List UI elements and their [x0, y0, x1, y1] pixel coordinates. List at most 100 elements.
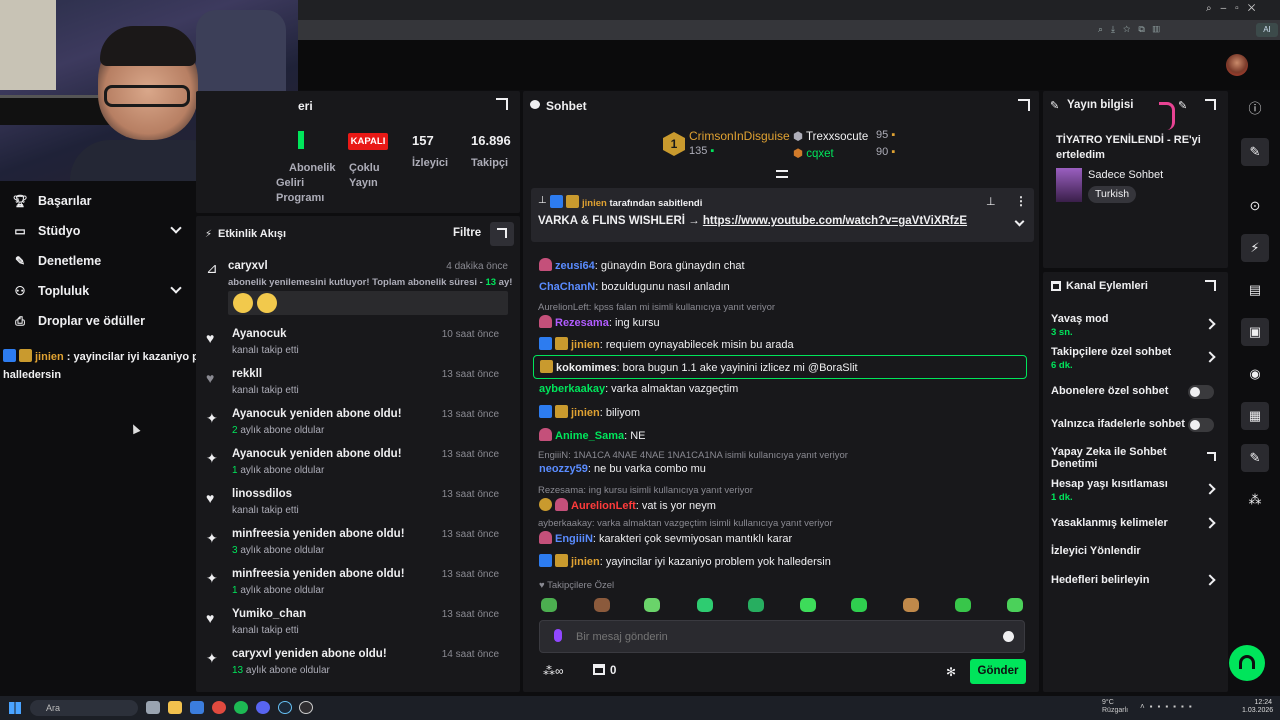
weather-widget[interactable]: 9°C Rüzgarlı: [1102, 699, 1128, 715]
user-avatar[interactable]: [1226, 54, 1248, 76]
browser-icon[interactable]: [212, 701, 226, 714]
chat-username[interactable]: jinien: [571, 339, 600, 351]
chat-message-input[interactable]: [576, 628, 976, 646]
help-button[interactable]: [1229, 645, 1265, 681]
activity-user[interactable]: Ayanocuk yeniden abone oldu!: [232, 448, 402, 460]
chat-username[interactable]: kokomimes: [556, 362, 617, 374]
store-icon[interactable]: [593, 664, 605, 675]
activity-user[interactable]: linossdilos: [232, 488, 292, 500]
expand-chevron-icon[interactable]: [1014, 216, 1025, 227]
download-icon[interactable]: ⤓: [1111, 24, 1123, 34]
chat-username[interactable]: neozzy59: [539, 463, 588, 475]
multistream-status-badge[interactable]: KAPALI: [348, 133, 388, 150]
emoji-picker-icon[interactable]: [1003, 631, 1014, 642]
unpin-icon[interactable]: ⊥: [986, 195, 996, 208]
community-icon[interactable]: ⁂: [1241, 486, 1269, 514]
star-icon[interactable]: ☆: [1123, 24, 1138, 34]
chat-username[interactable]: ChaChanN: [539, 281, 595, 293]
pinned-link[interactable]: https://www.youtube.com/watch?v=gaVtViXR…: [703, 215, 967, 227]
search-icon[interactable]: ⌕: [1206, 3, 1221, 14]
channel-action-item[interactable]: Yapay Zeka ile Sohbet Denetimi: [1043, 446, 1228, 472]
wrench-icon[interactable]: ✎: [1241, 444, 1269, 472]
activity-user[interactable]: rekkll: [232, 368, 262, 380]
chat-settings-icon[interactable]: ✻: [946, 665, 956, 679]
chat-username[interactable]: jinien: [571, 407, 600, 419]
taskbar-search[interactable]: Ara: [30, 700, 138, 716]
channel-action-item[interactable]: Yavaş mod 3 sn.: [1043, 313, 1228, 339]
activity-user[interactable]: minfreesia yeniden abone oldu!: [232, 568, 405, 580]
steam-icon[interactable]: [278, 701, 292, 714]
minimize-icon[interactable]: –: [1221, 3, 1236, 14]
emote-button[interactable]: [541, 598, 557, 612]
channel-action-item[interactable]: İzleyici Yönlendir: [1043, 545, 1228, 571]
chat-popout-icon[interactable]: [1018, 99, 1030, 111]
info-icon[interactable]: ⓘ: [1241, 95, 1269, 123]
document-icon[interactable]: ▤: [1241, 276, 1269, 304]
close-icon[interactable]: ✕: [1248, 3, 1265, 14]
channel-points-icon[interactable]: ⁂∞: [543, 664, 564, 678]
activity-user[interactable]: caryxvl: [228, 260, 268, 272]
sidebar-icon[interactable]: ▥: [1153, 24, 1168, 34]
chat-username[interactable]: EngiiiN: [555, 533, 593, 545]
emote-button[interactable]: [851, 598, 867, 612]
layout-icon[interactable]: ▦: [1241, 402, 1269, 430]
channel-action-item[interactable]: Hedefleri belirleyin: [1043, 574, 1228, 600]
emote-button[interactable]: [594, 598, 610, 612]
lightning-icon[interactable]: ⚡︎: [1241, 234, 1269, 262]
chat-input-box[interactable]: [539, 620, 1025, 653]
channel-action-item[interactable]: Abonelere özel sohbet: [1043, 385, 1228, 411]
emote-button[interactable]: [748, 598, 764, 612]
pencil-icon[interactable]: ✎: [1241, 138, 1269, 166]
zoom-icon[interactable]: ⌕: [1098, 24, 1111, 34]
file-explorer-icon[interactable]: [168, 701, 182, 714]
activity-user[interactable]: Yumiko_chan: [232, 608, 306, 620]
spotify-icon[interactable]: [234, 701, 248, 714]
chat-username[interactable]: zeusi64: [555, 260, 595, 272]
discord-icon[interactable]: [256, 701, 270, 714]
nav-item-drops[interactable]: ⎙ Droplar ve ödüller: [12, 314, 145, 329]
emote-button[interactable]: [644, 598, 660, 612]
nav-item-moderation[interactable]: ✎ Denetleme: [12, 254, 101, 268]
leader-1-name[interactable]: CrimsonInDisguise: [689, 129, 790, 143]
maximize-icon[interactable]: ▫: [1235, 3, 1248, 14]
stream-info-popout-icon[interactable]: [1205, 99, 1216, 110]
emote-button[interactable]: [903, 598, 919, 612]
app-icon[interactable]: [190, 701, 204, 714]
broadcast-icon[interactable]: ◉: [1241, 360, 1269, 388]
toggle-switch[interactable]: [1188, 418, 1214, 432]
filter-button[interactable]: Filtre: [453, 227, 481, 239]
nav-item-achievements[interactable]: 🏆︎ Başarılar: [12, 194, 91, 208]
nav-item-community[interactable]: ⚇ Topluluk: [12, 282, 182, 298]
chat-username[interactable]: ayberkaakay: [539, 383, 605, 395]
toggle-switch[interactable]: [1188, 385, 1214, 399]
taskbar-clock[interactable]: 12:24 1.03.2026: [1242, 699, 1273, 715]
nav-item-studio[interactable]: ▭ Stüdyo: [12, 222, 182, 238]
emote-button[interactable]: [800, 598, 816, 612]
channel-action-item[interactable]: Yasaklanmış kelimeler: [1043, 517, 1228, 543]
send-button[interactable]: Gönder: [970, 659, 1026, 684]
obs-icon[interactable]: [299, 701, 313, 714]
activity-user[interactable]: Ayanocuk: [232, 328, 287, 340]
more-options-icon[interactable]: ⋮: [1015, 194, 1027, 208]
chat-bubble-icon[interactable]: ▣: [1241, 318, 1269, 346]
emote-button[interactable]: [697, 598, 713, 612]
chat-username[interactable]: AurelionLeft: [571, 500, 636, 512]
microphone-icon[interactable]: [554, 629, 562, 642]
popout-icon[interactable]: [496, 98, 508, 110]
activity-user[interactable]: Ayanocuk yeniden abone oldu!: [232, 408, 402, 420]
camera-icon[interactable]: ⊙: [1241, 192, 1269, 220]
ai-button[interactable]: AI: [1256, 23, 1278, 37]
category-thumbnail[interactable]: [1056, 168, 1082, 202]
edit-icon[interactable]: ✎: [1178, 99, 1187, 112]
channel-action-item[interactable]: Hesap yaşı kısıtlaması 1 dk.: [1043, 478, 1228, 504]
language-tag[interactable]: Turkish: [1088, 186, 1137, 203]
channel-actions-popout-icon[interactable]: [1205, 280, 1216, 291]
emote-button[interactable]: [955, 598, 971, 612]
activity-user[interactable]: minfreesia yeniden abone oldu!: [232, 528, 405, 540]
chat-username[interactable]: jinien: [571, 556, 600, 568]
task-view-icon[interactable]: [146, 701, 160, 714]
extension-icon[interactable]: ⧉: [1138, 24, 1152, 34]
leader-2[interactable]: ⬢ Trexxsocute: [793, 129, 868, 143]
chat-username[interactable]: Rezesama: [555, 317, 609, 329]
channel-action-item[interactable]: Yalnızca ifadelerle sohbet: [1043, 418, 1228, 444]
